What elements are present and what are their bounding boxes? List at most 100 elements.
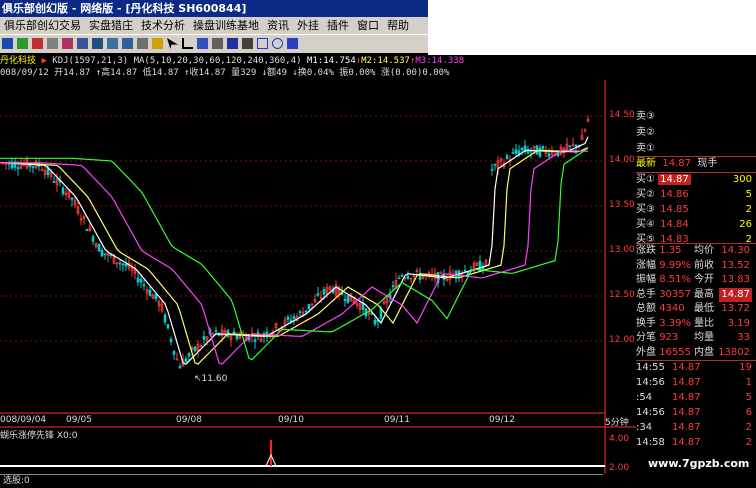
buy-row: 买④ 14.84 26 bbox=[636, 218, 756, 232]
candle-body bbox=[121, 263, 125, 266]
candle-body bbox=[166, 324, 170, 329]
candle-body bbox=[142, 284, 146, 286]
price-axis-label: 13.00 bbox=[609, 245, 635, 255]
candle-body bbox=[148, 289, 152, 296]
low-marker-arrow: ↖ bbox=[194, 374, 202, 384]
buy-vol: 5 bbox=[745, 189, 752, 200]
candle-body bbox=[397, 277, 401, 280]
tick-price: 14.87 bbox=[672, 422, 701, 433]
candle-body bbox=[490, 168, 494, 171]
tick-price: 14.87 bbox=[672, 377, 701, 388]
candle-body bbox=[97, 243, 101, 252]
candle-body bbox=[103, 253, 107, 255]
tick-time: 14:56 bbox=[636, 377, 665, 388]
stat-row: 涨跌 1.35 均价 14.30 bbox=[636, 244, 756, 258]
candle-body bbox=[31, 166, 35, 168]
stat-value: 13.72 bbox=[721, 303, 750, 314]
candle-body bbox=[70, 197, 74, 200]
stat-row: 换手 3.39% 量比 3.19 bbox=[636, 317, 756, 331]
watermark: www.7gpzb.com bbox=[648, 457, 750, 470]
candle-body bbox=[292, 316, 296, 319]
tick-vol: 1 bbox=[745, 377, 752, 388]
stat-row: 总额 4340 最低 13.72 bbox=[636, 302, 756, 316]
date-axis-label: 008/09/04 bbox=[0, 415, 47, 425]
candle-body bbox=[214, 330, 218, 332]
stat-value: 13802 bbox=[718, 346, 750, 358]
stat-label: 量比 bbox=[694, 317, 714, 329]
stat-value: 9.99% bbox=[659, 259, 691, 271]
tick-price: 14.87 bbox=[672, 392, 701, 403]
tick-row: 14:56 14.87 1 bbox=[636, 376, 756, 390]
candle-body bbox=[118, 262, 122, 265]
tick-row: :54 14.87 5 bbox=[636, 391, 756, 405]
tick-vol: 2 bbox=[745, 422, 752, 433]
candle-body bbox=[547, 153, 551, 157]
stat-label: 均量 bbox=[694, 332, 714, 343]
orderbook-buy: 买① 14.87 300 买② 14.86 5 买③ 14.85 2 买④ 14.84 26 买… bbox=[636, 172, 756, 245]
bottom-bar: 选股:0 bbox=[0, 474, 603, 488]
candle-body bbox=[184, 358, 188, 362]
candle-body bbox=[172, 350, 176, 355]
candle-body bbox=[52, 181, 56, 183]
candle-body bbox=[316, 293, 320, 296]
candle-body bbox=[100, 249, 104, 257]
buy-label: 买② bbox=[636, 189, 655, 200]
stat-label: 均价 bbox=[694, 245, 714, 256]
candle-body bbox=[406, 275, 410, 279]
stat-value: 13.83 bbox=[721, 274, 750, 285]
stat-row: 外盘 16555 内盘 13802 bbox=[636, 346, 756, 360]
buy-vol: 2 bbox=[745, 204, 752, 215]
stat-label: 分笔 bbox=[636, 332, 656, 343]
candle-body bbox=[514, 149, 518, 154]
candle-body bbox=[466, 271, 470, 275]
tick-row: 14:58 14.87 2 bbox=[636, 436, 756, 450]
stat-label: 前收 bbox=[694, 259, 714, 271]
stat-label: 外盘 bbox=[636, 346, 656, 358]
buy-label: 买③ bbox=[636, 204, 655, 215]
tick-price: 14.87 bbox=[672, 362, 701, 373]
low-marker: ↖11.60 bbox=[194, 374, 227, 384]
candle-body bbox=[61, 187, 65, 195]
stat-label: 涨幅 bbox=[636, 259, 656, 271]
sell-1: 卖① bbox=[636, 143, 655, 154]
candle-body bbox=[343, 299, 347, 301]
candle-body bbox=[91, 236, 95, 242]
buy-row: 买① 14.87 300 bbox=[636, 173, 756, 187]
stat-label: 换手 bbox=[636, 317, 656, 329]
tick-time: 14:56 bbox=[636, 407, 665, 418]
stat-value: 4340 bbox=[659, 303, 685, 314]
tick-vol: 5 bbox=[745, 392, 752, 403]
stat-value: 30357 bbox=[659, 288, 691, 300]
stat-value: 8.51% bbox=[659, 274, 691, 285]
stat-value: 1.35 bbox=[659, 245, 682, 256]
candle-body bbox=[463, 269, 467, 272]
candle-body bbox=[511, 152, 515, 154]
tick-row: :34 14.87 2 bbox=[636, 421, 756, 435]
buy-price: 14.87 bbox=[658, 174, 691, 185]
date-axis-label: 09/05 bbox=[66, 415, 92, 425]
candlestick-chart[interactable] bbox=[0, 0, 636, 474]
tick-vol: 2 bbox=[745, 437, 752, 448]
candle-body bbox=[568, 145, 572, 147]
stat-value: 3.39% bbox=[659, 317, 691, 329]
ma-line bbox=[0, 149, 589, 365]
stat-value: 923 bbox=[659, 332, 679, 343]
candle-body bbox=[538, 147, 542, 157]
candle-body bbox=[322, 289, 326, 295]
stat-label: 内盘 bbox=[694, 346, 714, 358]
price-axis-label: 14.50 bbox=[609, 110, 635, 120]
stat-label: 总额 bbox=[636, 303, 656, 314]
stat-value: 13.52 bbox=[721, 259, 750, 271]
candle-body bbox=[187, 353, 191, 357]
tick-price: 14.87 bbox=[672, 437, 701, 448]
buy-row: 买② 14.86 5 bbox=[636, 188, 756, 202]
last-extra: 现手 bbox=[697, 158, 718, 169]
candle-body bbox=[256, 332, 260, 334]
stat-value: 16555 bbox=[659, 346, 691, 358]
low-marker-value: 11.60 bbox=[201, 374, 228, 384]
candle-body bbox=[541, 146, 545, 149]
tick-price: 14.87 bbox=[672, 407, 701, 418]
last-price-row: 最新 14.87 现手 bbox=[636, 156, 756, 169]
stat-row: 分笔 923 均量 33 bbox=[636, 331, 756, 345]
ind-axis-2: 2.00 bbox=[609, 463, 630, 473]
